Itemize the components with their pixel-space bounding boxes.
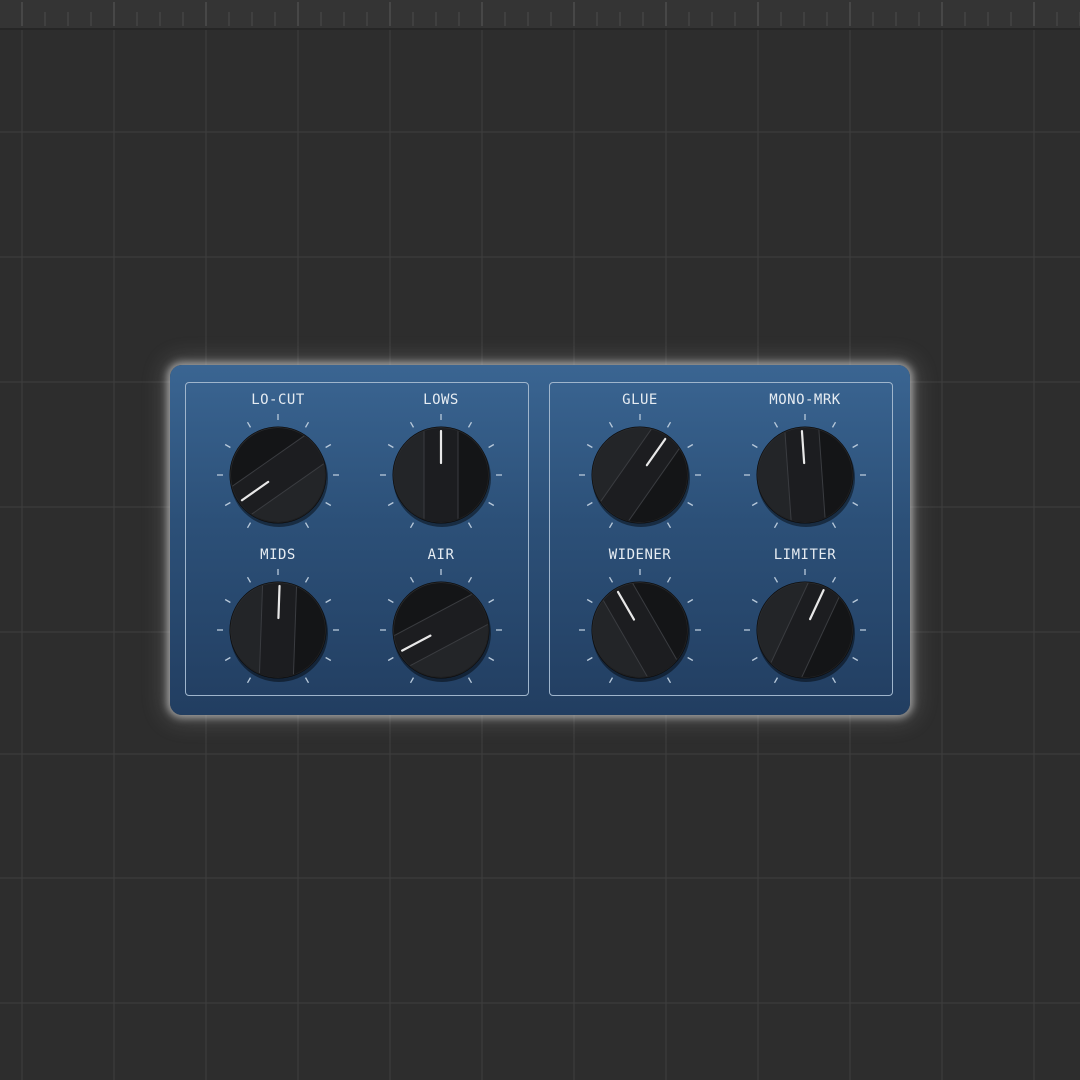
knob-tick-mark [488,598,495,604]
knob-label-lo-cut: LO-CUT [251,392,305,408]
knob-facets [377,566,505,694]
knob-tick-mark [666,522,672,529]
knob-tick-mark [751,656,758,662]
knob-tick-mark [246,522,252,529]
knob-tick-mark [387,443,394,449]
knob-tick-mark [246,576,252,583]
knob-tick-mark [751,598,758,604]
lows-knob[interactable] [376,410,506,540]
knob-tick-mark [246,677,252,684]
knob-tick-mark [387,501,394,507]
lo-cut-knob[interactable] [212,409,344,541]
knob-tick-mark [687,598,694,604]
knob-tick-mark [852,656,859,662]
knob-tick-mark [304,421,310,428]
knob-tick-mark [488,656,495,662]
air-knob[interactable] [376,565,506,695]
knob-tick-mark [409,677,415,684]
knob-tick-mark [224,501,231,507]
knob-tick-mark [687,656,694,662]
timeline-ruler[interactable] [0,0,1080,30]
knob-tick-mark [467,677,473,684]
glue-knob[interactable] [574,409,706,541]
knob-tick-mark [751,501,758,507]
knob-tick-mark [387,598,394,604]
mono-mrk-knob[interactable] [740,410,870,540]
knob-tick-mark [467,421,473,428]
knob-tick-mark [666,421,672,428]
knob-tick-mark [852,598,859,604]
widener-knob[interactable] [575,565,705,695]
knob-label-glue: GLUE [622,392,658,408]
knob-tick-mark [687,501,694,507]
knob-tick-mark [304,576,310,583]
knob-tick-mark [325,443,332,449]
knob-tick-mark [608,522,614,529]
knob-tick-mark [246,421,252,428]
knob-tick-mark [586,443,593,449]
knob-tick-mark [325,501,332,507]
knob-tick-mark [325,598,332,604]
knob-tick-mark [831,522,837,529]
knob-facets [742,567,868,693]
knob-label-lows: LOWS [423,392,459,408]
section-right: GLUE MONO-MRK WIDENER LIMITER [549,382,893,696]
limiter-knob[interactable] [740,565,870,695]
knob-tick-mark [773,421,779,428]
knob-label-mids: MIDS [260,547,296,563]
knob-tick-mark [608,576,614,583]
knob-tick-mark [325,656,332,662]
knob-tick-mark [387,656,394,662]
knob-tick-mark [687,443,694,449]
knob-tick-mark [409,421,415,428]
knob-tick-mark [852,443,859,449]
knob-tick-mark [488,443,495,449]
knob-facets [574,409,706,541]
knob-tick-mark [773,677,779,684]
knob-label-air: AIR [427,547,455,563]
knob-tick-mark [586,501,593,507]
knob-tick-mark [586,598,593,604]
knob-tick-mark [666,576,672,583]
knob-facets [212,409,344,541]
knob-tick-mark [751,443,758,449]
knob-tick-mark [409,576,415,583]
knob-tick-mark [467,576,473,583]
knob-tick-mark [831,576,837,583]
section-left: LO-CUT LOWS MIDS AIR [185,382,529,696]
knob-tick-mark [224,598,231,604]
knob-tick-mark [304,522,310,529]
knob-tick-mark [831,421,837,428]
knob-tick-mark [304,677,310,684]
knob-label-limiter: LIMITER [773,547,837,563]
knob-tick-mark [852,501,859,507]
knob-tick-mark [586,656,593,662]
knob-tick-mark [831,677,837,684]
knob-tick-mark [608,677,614,684]
knob-tick-mark [666,677,672,684]
ruler-ticks [21,2,1080,26]
knob-tick-mark [488,501,495,507]
knob-tick-mark [224,656,231,662]
knob-tick-mark [467,522,473,529]
knob-facets [575,565,705,695]
knob-tick-mark [773,522,779,529]
knob-pointer [277,584,281,620]
knob-tick-mark [773,576,779,583]
knob-tick-mark [608,421,614,428]
knob-tick-mark [409,522,415,529]
knob-tick-mark [224,443,231,449]
mids-knob[interactable] [213,565,343,695]
plugin-window: LO-CUT LOWS MIDS AIR GLUE MONO-MRK WIDEN… [170,365,910,715]
knob-label-mono-mrk: MONO-MRK [769,392,841,408]
knob-label-widener: WIDENER [608,547,672,563]
